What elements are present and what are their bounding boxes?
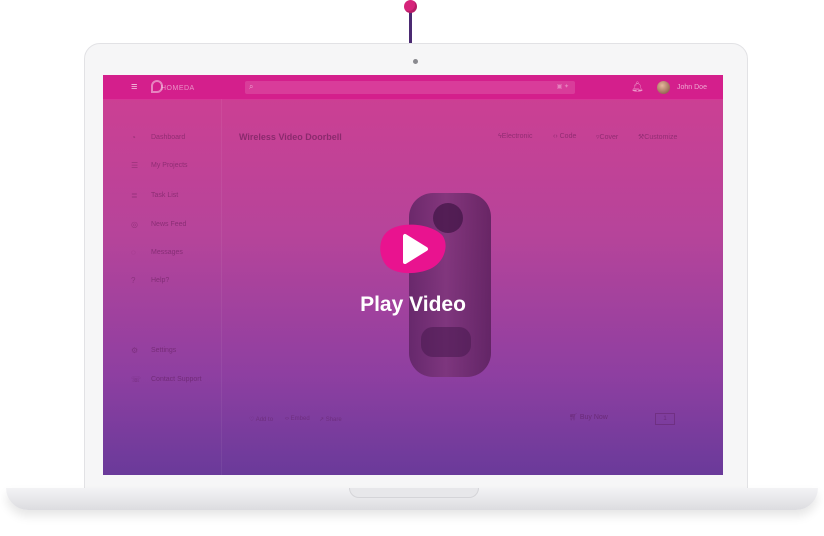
doorbell-button [421, 327, 471, 357]
dashboard-icon: ◔ [131, 132, 136, 142]
add-to-link[interactable]: ♡ Add to [249, 416, 273, 423]
play-video-label[interactable]: Play Video [303, 293, 523, 317]
sidebar-item-label: Help? [151, 276, 170, 284]
bell-icon[interactable]: 🔔︎ [631, 82, 644, 93]
tab-cover[interactable]: ▿Cover [596, 133, 618, 141]
sidebar-item-label: Settings [151, 346, 177, 354]
antenna-pin [404, 0, 417, 13]
list-icon: ≣ [131, 190, 138, 200]
logo-text: HOMEDA [161, 85, 195, 92]
tab-electronic[interactable]: ϟElectronic [498, 133, 532, 140]
sidebar-item-help[interactable]: ? Help? [131, 274, 169, 286]
sidebar-item-task-list[interactable]: ≣ Task List [131, 189, 178, 201]
embed-link[interactable]: ‹› Embed [285, 416, 310, 422]
sidebar-item-my-projects[interactable]: ☰ My Projects [131, 159, 188, 171]
share-link[interactable]: ↗ Share [319, 416, 342, 423]
search-input[interactable]: ⌕ ▣ ✦ [245, 81, 575, 94]
sidebar-item-label: News Feed [151, 220, 187, 228]
sidebar-item-label: Task List [151, 191, 179, 199]
sidebar-item-label: Messages [151, 248, 183, 256]
hamburger-menu-icon[interactable]: ≡ [131, 81, 137, 93]
sidebar-item-dashboard[interactable]: ◔ Dashboard [131, 131, 185, 143]
tab-code[interactable]: ‹› Code [553, 133, 576, 140]
support-icon: ☏ [131, 374, 142, 384]
buy-now-button[interactable]: 🛒︎ Buy Now [569, 413, 608, 421]
cart-icon: 🛒︎ [569, 414, 578, 421]
sidebar-item-contact-support[interactable]: ☏ Contact Support [131, 373, 202, 385]
search-icon: ⌕ [249, 82, 254, 91]
sidebar-item-label: My Projects [151, 161, 188, 169]
sidebar-item-label: Contact Support [151, 375, 202, 383]
sidebar-item-messages[interactable]: ◌ Messages [131, 246, 183, 258]
laptop-base-notch [349, 488, 479, 498]
app-topbar: ≡ HOMEDA ⌕ ▣ ✦ 🔔︎ John Doe [103, 75, 723, 100]
webcam [413, 59, 418, 64]
news-icon: ◎ [131, 219, 138, 229]
code-icon: ‹› [553, 133, 558, 140]
sidebar: ◔ Dashboard ☰ My Projects ≣ Task List ◎ … [103, 99, 222, 475]
sidebar-item-news-feed[interactable]: ◎ News Feed [131, 218, 186, 230]
play-video-button[interactable] [378, 223, 448, 275]
user-name[interactable]: John Doe [677, 84, 707, 91]
page-title: Wireless Video Doorbell [239, 132, 342, 142]
quantity-stepper[interactable]: 1 [655, 413, 675, 425]
chat-icon: ◌ [131, 247, 136, 257]
search-options-icon[interactable]: ▣ ✦ [557, 83, 569, 90]
tab-customize[interactable]: ⚒Customize [638, 133, 677, 141]
sidebar-item-settings[interactable]: ⚙ Settings [131, 344, 176, 356]
laptop-screen: ≡ HOMEDA ⌕ ▣ ✦ 🔔︎ John Doe ◔ Dashboard ☰… [103, 75, 723, 475]
projects-icon: ☰ [131, 160, 139, 170]
avatar[interactable] [657, 81, 670, 94]
help-icon: ? [131, 275, 136, 285]
gear-icon: ⚙ [131, 345, 139, 355]
antenna-stick [409, 10, 412, 44]
sidebar-item-label: Dashboard [151, 133, 186, 141]
